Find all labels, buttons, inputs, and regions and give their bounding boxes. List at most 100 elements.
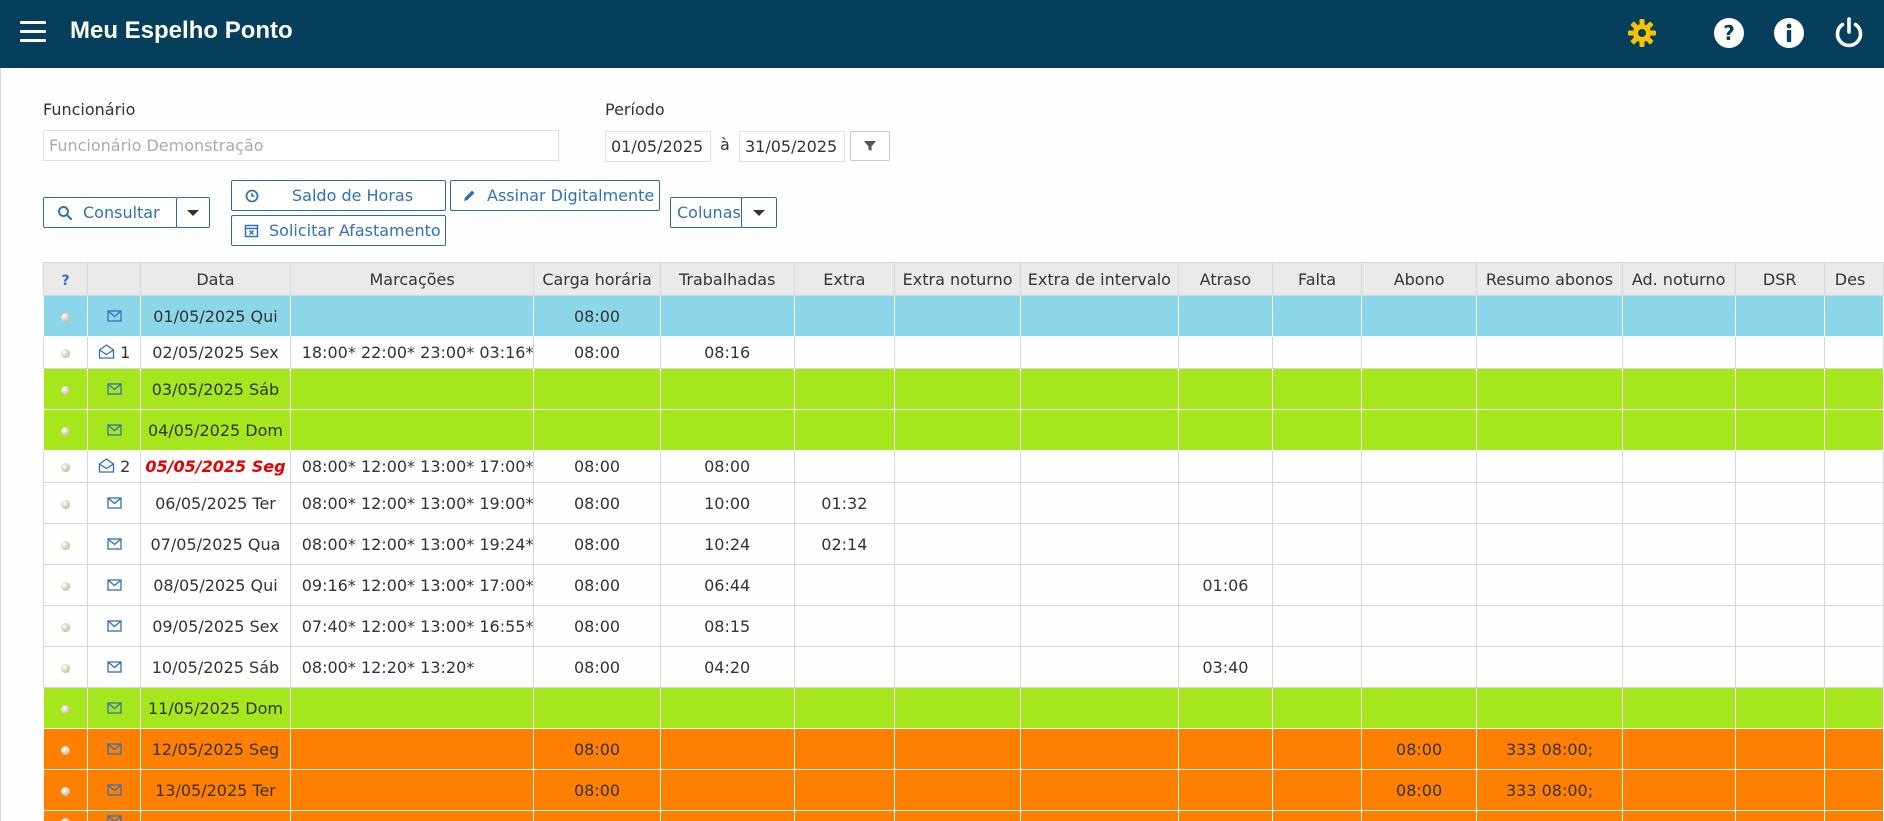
message-cell[interactable]: [87, 523, 142, 565]
message-cell[interactable]: [87, 368, 142, 410]
table-row[interactable]: 2 05/05/2025 Seg 08:00* 12:00* 13:00* 17:0…: [43, 450, 1884, 483]
table-row[interactable]: 03/05/2025 Sáb: [43, 368, 1884, 410]
mail-open-icon[interactable]: [98, 343, 115, 363]
extra-intervalo-cell: [1020, 646, 1179, 688]
status-cell: [43, 482, 89, 524]
table-row[interactable]: 11/05/2025 Dom: [43, 687, 1884, 729]
consultar-dropdown-button[interactable]: [176, 197, 210, 228]
status-dot-icon: [61, 385, 71, 395]
filter-button[interactable]: [850, 131, 890, 161]
column-header[interactable]: Extra: [793, 262, 895, 296]
message-cell[interactable]: 2: [87, 450, 142, 483]
falta-cell: [1272, 605, 1362, 647]
table-row[interactable]: 01/05/2025 Qui 08:00: [43, 295, 1884, 337]
column-header[interactable]: Resumo abonos: [1476, 262, 1623, 296]
message-cell[interactable]: [87, 564, 142, 606]
colunas-button[interactable]: Colunas: [670, 197, 742, 228]
extra-intervalo-cell: [1020, 482, 1179, 524]
mail-icon[interactable]: [107, 576, 122, 595]
message-cell[interactable]: [87, 646, 142, 688]
mail-icon[interactable]: [107, 699, 122, 718]
des-cell: [1823, 728, 1884, 770]
date-text: 04/05/2025 Dom: [147, 420, 283, 440]
message-cell[interactable]: [87, 810, 142, 821]
status-cell: [43, 450, 89, 483]
status-dot-icon: [61, 704, 71, 714]
power-icon[interactable]: [1832, 16, 1866, 50]
column-header[interactable]: Des: [1823, 262, 1884, 296]
employee-field[interactable]: Funcionário Demonstração: [43, 130, 559, 161]
marcacoes-cell: [289, 295, 535, 337]
saldo-horas-button[interactable]: Saldo de Horas: [231, 180, 446, 211]
menu-icon[interactable]: [20, 21, 46, 43]
help-column-header[interactable]: ?: [43, 262, 89, 296]
date-cell: 06/05/2025 Ter: [140, 482, 291, 524]
trabalhadas-cell: [659, 728, 795, 770]
falta-cell: [1272, 409, 1362, 451]
mail-icon[interactable]: [107, 740, 122, 759]
table-row[interactable]: 06/05/2025 Ter 08:00* 12:00* 13:00* 19:00…: [43, 482, 1884, 524]
table-row[interactable]: 13/05/2025 Ter 08:00 08:00 333 08:00;: [43, 769, 1884, 811]
falta-cell: [1272, 646, 1362, 688]
column-header[interactable]: Trabalhadas: [659, 262, 795, 296]
mail-icon[interactable]: [107, 535, 122, 554]
message-cell[interactable]: [87, 482, 142, 524]
trabalhadas-cell: [659, 687, 795, 729]
info-icon[interactable]: [1772, 16, 1806, 50]
column-header[interactable]: Ad. noturno: [1621, 262, 1736, 296]
table-row[interactable]: 1 02/05/2025 Sex 18:00* 22:00* 23:00* 03:1…: [43, 336, 1884, 369]
table-row[interactable]: 04/05/2025 Dom: [43, 409, 1884, 451]
mail-icon[interactable]: [107, 781, 122, 800]
mail-open-icon[interactable]: [98, 457, 115, 477]
column-header[interactable]: Marcações: [289, 262, 535, 296]
mail-icon[interactable]: [107, 421, 122, 440]
assinar-button[interactable]: Assinar Digitalmente: [450, 180, 660, 211]
column-header[interactable]: Data: [140, 262, 291, 296]
message-cell[interactable]: [87, 605, 142, 647]
mail-icon[interactable]: [107, 812, 122, 821]
mail-icon[interactable]: [107, 494, 122, 513]
mail-icon[interactable]: [107, 617, 122, 636]
column-header[interactable]: DSR: [1734, 262, 1825, 296]
table-row[interactable]: 07/05/2025 Qua 08:00* 12:00* 13:00* 19:24…: [43, 523, 1884, 565]
message-cell[interactable]: [87, 409, 142, 451]
column-header[interactable]: Extra noturno: [893, 262, 1022, 296]
date-to-field[interactable]: 31/05/2025: [739, 131, 845, 162]
colunas-dropdown-button[interactable]: [741, 197, 777, 228]
consultar-button[interactable]: Consultar: [43, 197, 177, 228]
column-header[interactable]: Falta: [1272, 262, 1362, 296]
dsr-cell: [1734, 728, 1825, 770]
table-row[interactable]: 12/05/2025 Seg 08:00 08:00 333 08:00;: [43, 728, 1884, 770]
abono-cell: [1360, 646, 1478, 688]
mail-icon[interactable]: [107, 380, 122, 399]
table-row[interactable]: 08/05/2025 Qui 09:16* 12:00* 13:00* 17:00…: [43, 564, 1884, 606]
message-cell[interactable]: [87, 769, 142, 811]
mail-icon[interactable]: [107, 658, 122, 677]
column-header[interactable]: Carga horária: [533, 262, 661, 296]
table-row[interactable]: 10/05/2025 Sáb 08:00* 12:20* 13:20* 08:00 0…: [43, 646, 1884, 688]
status-dot-icon: [61, 499, 71, 509]
marcacoes-cell: 08:00* 12:20* 13:20*: [289, 646, 535, 688]
gear-icon[interactable]: [1625, 16, 1659, 50]
dsr-cell: [1734, 605, 1825, 647]
status-cell: [43, 368, 89, 410]
message-cell[interactable]: [87, 687, 142, 729]
table-row[interactable]: [43, 810, 1884, 821]
column-header[interactable]: Atraso: [1177, 262, 1274, 296]
extra-cell: [793, 769, 895, 811]
column-header[interactable]: Abono: [1360, 262, 1478, 296]
message-cell[interactable]: [87, 295, 142, 337]
marcacoes-cell: [289, 810, 535, 821]
date-text: 07/05/2025 Qua: [150, 534, 281, 554]
column-header[interactable]: Extra de intervalo: [1020, 262, 1179, 296]
message-cell[interactable]: [87, 728, 142, 770]
des-cell: [1823, 482, 1884, 524]
solicitar-afastamento-button[interactable]: Solicitar Afastamento: [231, 215, 446, 246]
extra-intervalo-cell: [1020, 409, 1179, 451]
mail-icon[interactable]: [107, 307, 122, 326]
help-icon[interactable]: ?: [1712, 16, 1746, 50]
date-from-field[interactable]: 01/05/2025: [605, 131, 711, 162]
table-row[interactable]: 09/05/2025 Sex 07:40* 12:00* 13:00* 16:55…: [43, 605, 1884, 647]
abono-cell: [1360, 564, 1478, 606]
message-cell[interactable]: 1: [87, 336, 142, 369]
